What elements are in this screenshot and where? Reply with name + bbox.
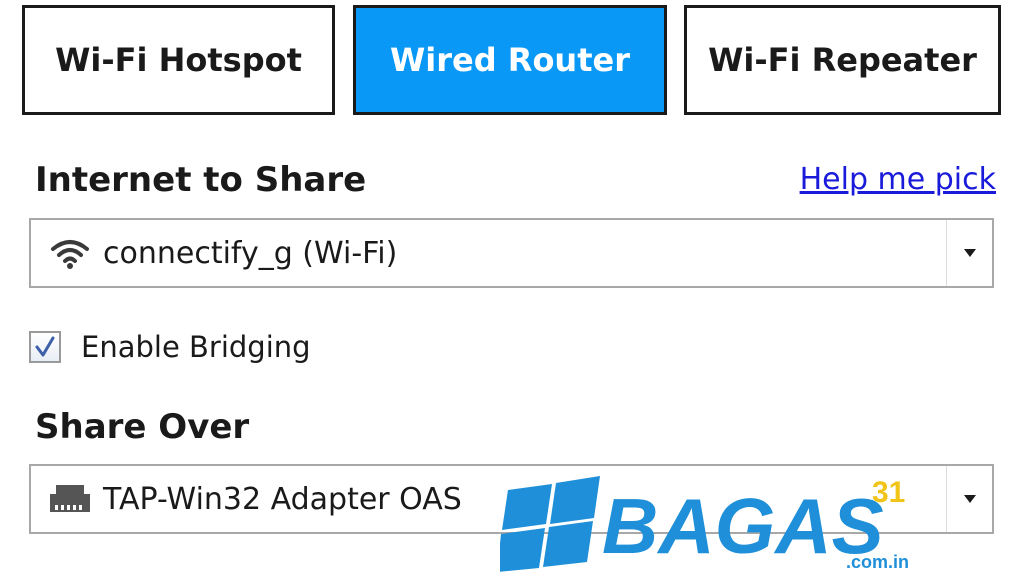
enable-bridging-checkbox[interactable] xyxy=(29,331,61,363)
internet-source-dropdown[interactable]: connectify_g (Wi-Fi) xyxy=(29,218,994,288)
watermark-text: BAGAS xyxy=(602,482,884,570)
enable-bridging-option[interactable]: Enable Bridging xyxy=(29,327,311,367)
enable-bridging-label: Enable Bridging xyxy=(81,330,311,364)
help-me-pick-link[interactable]: Help me pick xyxy=(800,162,996,197)
tab-wifi-hotspot[interactable]: Wi-Fi Hotspot xyxy=(22,5,335,115)
chevron-down-icon[interactable] xyxy=(946,466,992,532)
tab-wired-router[interactable]: Wired Router xyxy=(353,5,667,115)
watermark-domain: .com.in xyxy=(846,552,909,572)
chevron-down-icon[interactable] xyxy=(946,220,992,286)
watermark-superscript: 31 xyxy=(872,476,905,509)
share-over-value: TAP-Win32 Adapter OAS xyxy=(103,481,462,517)
internet-source-value: connectify_g (Wi-Fi) xyxy=(103,235,398,271)
bagas31-watermark-logo: BAGAS 31 .com.in xyxy=(497,468,930,576)
internet-to-share-heading: Internet to Share xyxy=(35,160,367,200)
windows-logo-icon xyxy=(497,476,600,572)
tab-wifi-repeater[interactable]: Wi-Fi Repeater xyxy=(684,5,1001,115)
wifi-icon xyxy=(45,233,95,273)
network-adapter-icon xyxy=(45,479,95,519)
share-over-heading: Share Over xyxy=(35,407,250,447)
